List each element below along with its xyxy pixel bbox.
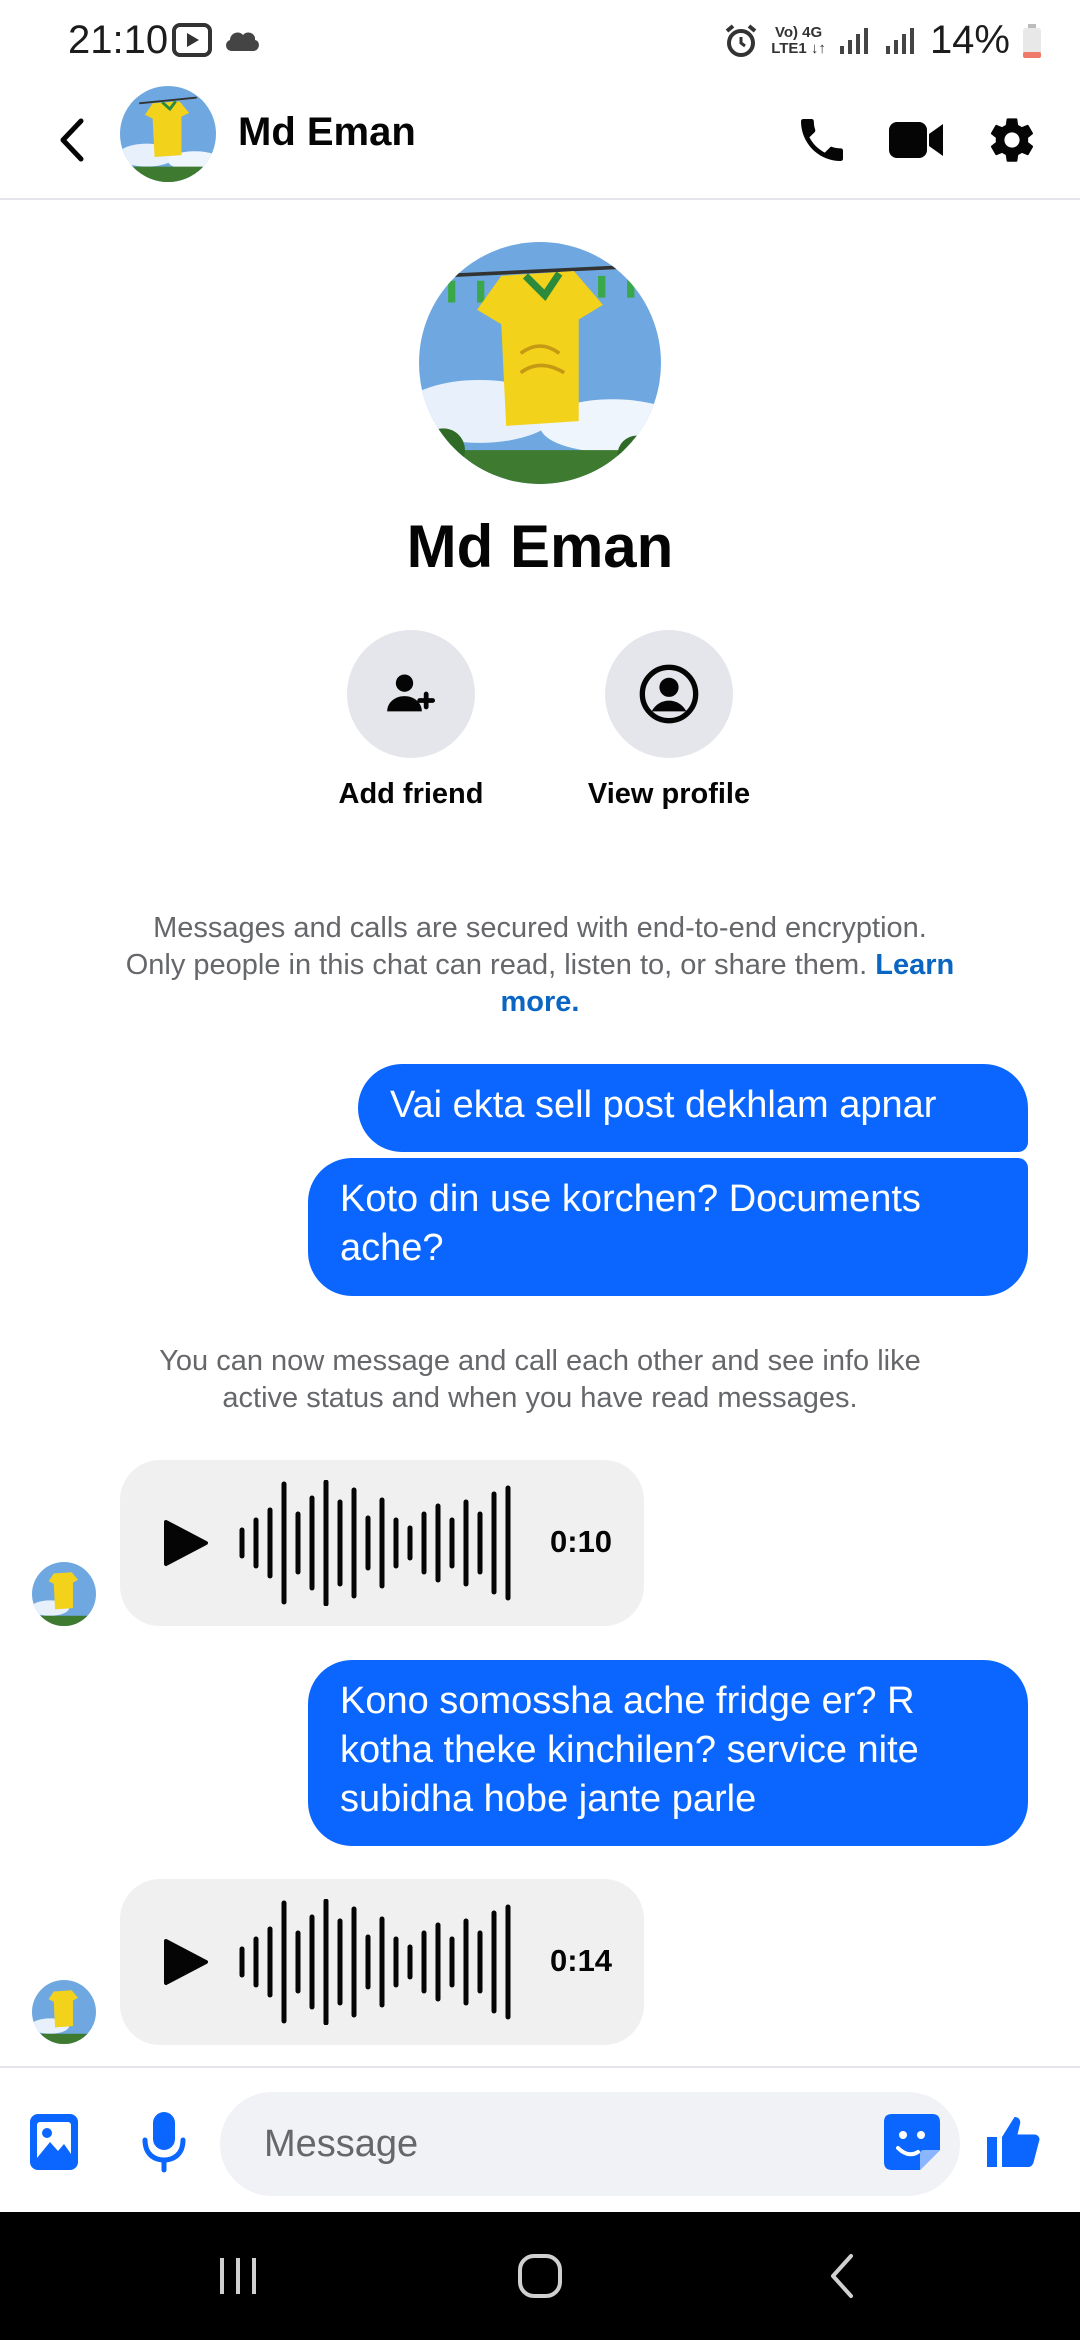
play-icon[interactable] — [160, 1518, 210, 1568]
system-back-button[interactable] — [802, 2246, 882, 2306]
sticker-button[interactable] — [880, 2110, 944, 2174]
add-friend-button[interactable]: Add friend — [291, 630, 531, 811]
back-arrow-icon — [60, 118, 84, 162]
recent-apps-button[interactable] — [198, 2246, 278, 2306]
voice-duration: 0:14 — [550, 1943, 613, 1978]
connection-notice: You can now message and call each other … — [159, 1345, 921, 1414]
add-friend-label: Add friend — [338, 778, 484, 810]
network-label-bottom: LTE1 ↓↑ — [771, 39, 826, 57]
home-button[interactable] — [500, 2246, 580, 2306]
phone-icon — [801, 119, 843, 161]
cloud-icon — [226, 32, 259, 51]
view-profile-circle[interactable] — [605, 630, 733, 758]
like-button[interactable] — [980, 2110, 1044, 2174]
video-call-button[interactable] — [884, 108, 948, 172]
voice-duration: 0:10 — [550, 1524, 613, 1559]
profile-avatar-image — [419, 242, 661, 484]
sticker-icon — [884, 2114, 940, 2170]
microphone-icon — [142, 2112, 186, 2173]
play-icon[interactable] — [160, 1937, 210, 1987]
chat-header: Md Eman — [0, 84, 1080, 200]
profile-name: Md Eman — [406, 513, 674, 580]
outgoing-message[interactable]: Koto din use korchen? Documents ache? — [308, 1158, 1028, 1296]
thumbs-up-icon — [987, 2117, 1040, 2167]
recent-apps-icon — [220, 2258, 256, 2294]
sender-avatar-image — [32, 1980, 96, 2044]
settings-button[interactable] — [980, 108, 1044, 172]
encryption-text: Messages and calls are secured with end-… — [125, 912, 927, 981]
add-friend-circle[interactable] — [347, 630, 475, 758]
youtube-notification-icon — [172, 23, 212, 57]
alarm-icon — [725, 23, 757, 57]
avatar-image — [120, 86, 216, 182]
encryption-notice: Messages and calls are secured with end-… — [120, 910, 960, 1021]
battery-percent: 14% — [929, 18, 1010, 62]
battery-icon — [1023, 23, 1041, 58]
sender-avatar-image — [32, 1562, 96, 1626]
voice-message[interactable]: 0:10 — [120, 1460, 644, 1626]
network-label-top: Vo) 4G — [774, 23, 823, 41]
profile-icon — [639, 664, 699, 724]
gear-icon — [990, 118, 1034, 162]
status-bar: 21:10 Vo) 4G LTE1 ↓↑ 14% — [0, 0, 1080, 84]
header-contact-name[interactable]: Md Eman — [238, 110, 416, 155]
image-icon — [30, 2114, 78, 2170]
gallery-button[interactable] — [22, 2110, 86, 2174]
message-composer — [0, 2066, 1080, 2212]
system-navigation-bar — [0, 2212, 1080, 2340]
signal-icon-2 — [885, 27, 914, 54]
outgoing-message[interactable]: Vai ekta sell post dekhlam apnar — [358, 1064, 1028, 1152]
audio-call-button[interactable] — [790, 108, 854, 172]
view-profile-button[interactable]: View profile — [549, 630, 789, 811]
system-back-icon — [831, 2254, 853, 2298]
status-time: 21:10 — [68, 18, 169, 62]
view-profile-label: View profile — [587, 778, 751, 810]
voice-message[interactable]: 0:14 — [120, 1879, 644, 2045]
voice-record-button[interactable] — [132, 2110, 196, 2174]
message-input[interactable] — [220, 2092, 960, 2196]
outgoing-message[interactable]: Kono somossha ache fridge er? R kotha th… — [308, 1660, 1028, 1846]
status-notification-icons — [172, 22, 262, 58]
home-icon — [518, 2254, 562, 2298]
status-right-icons: Vo) 4G LTE1 ↓↑ 14% — [723, 18, 1042, 63]
profile-avatar[interactable] — [419, 242, 661, 484]
add-person-icon — [387, 674, 436, 712]
video-camera-icon — [889, 122, 943, 158]
sender-avatar[interactable] — [32, 1562, 96, 1626]
back-button[interactable] — [40, 108, 104, 172]
signal-icon-1 — [839, 27, 868, 54]
sender-avatar[interactable] — [32, 1980, 96, 2044]
network-label: Vo) 4G LTE1 ↓↑ — [771, 23, 826, 57]
header-avatar[interactable] — [120, 86, 216, 182]
